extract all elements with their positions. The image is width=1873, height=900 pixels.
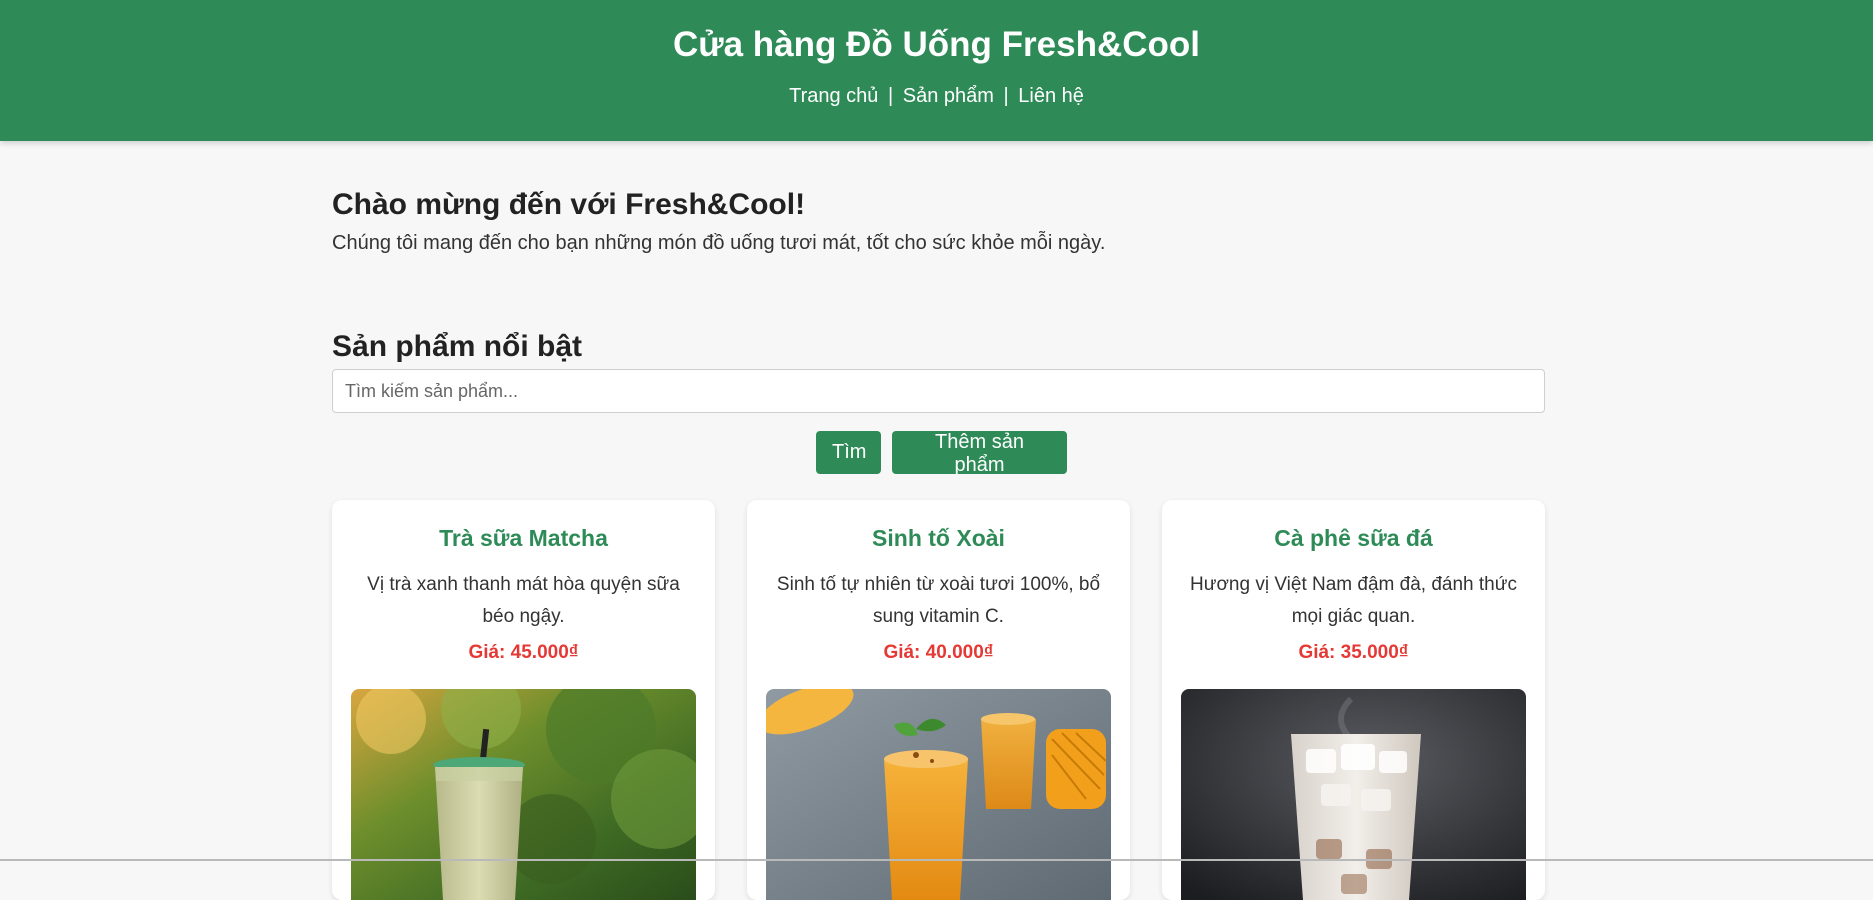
nav-separator: | [887, 85, 894, 107]
mango-smoothie-image[interactable] [766, 689, 1111, 900]
product-price: Giá: 35.000₫ [1298, 642, 1409, 663]
product-name: Sinh tố Xoài [872, 525, 1005, 551]
site-header: Cửa hàng Đồ Uống Fresh&Cool Trang chủ | … [0, 0, 1873, 141]
nav-link-products[interactable]: Sản phẩm [903, 85, 994, 107]
product-description: Hương vị Việt Nam đậm đà, đánh thức mọi … [1190, 574, 1517, 627]
search-button[interactable]: Tìm [816, 431, 881, 474]
featured-products-title: Sản phẩm nổi bật [332, 330, 583, 363]
welcome-text: Chúng tôi mang đến cho bạn những món đồ … [332, 232, 1106, 254]
product-card[interactable]: Cà phê sữa đá Hương vị Việt Nam đậm đà, … [1162, 500, 1545, 900]
main-nav: Trang chủ | Sản phẩm | Liên hệ [0, 84, 1873, 108]
iced-milk-coffee-image[interactable] [1181, 689, 1526, 900]
add-product-button[interactable]: Thêm sản phẩm [892, 431, 1067, 476]
product-grid: Trà sữa Matcha Vị trà xanh thanh mát hòa… [332, 500, 1545, 900]
product-card[interactable]: Sinh tố Xoài Sinh tố tự nhiên từ xoài tư… [747, 500, 1130, 900]
product-price: Giá: 45.000₫ [468, 642, 579, 663]
product-search-input[interactable] [332, 369, 1545, 413]
nav-link-home[interactable]: Trang chủ [789, 85, 878, 107]
product-price: Giá: 40.000₫ [883, 642, 994, 663]
nav-separator: | [1003, 85, 1009, 107]
matcha-milk-tea-image[interactable] [351, 689, 696, 900]
product-description: Sinh tố tự nhiên từ xoài tươi 100%, bổ s… [776, 574, 1101, 627]
product-description: Vị trà xanh thanh mát hòa quyện sữa béo … [367, 574, 680, 627]
nav-link-contact[interactable]: Liên hệ [1018, 85, 1084, 107]
iced-milk-coffee-photo [1181, 689, 1526, 900]
welcome-title: Chào mừng đến với Fresh&Cool! [332, 188, 806, 221]
mango-smoothie-photo [766, 689, 1111, 900]
site-title: Cửa hàng Đồ Uống Fresh&Cool [673, 25, 1200, 64]
product-name: Trà sữa Matcha [439, 525, 608, 551]
matcha-milk-tea-photo [351, 689, 696, 900]
product-card[interactable]: Trà sữa Matcha Vị trà xanh thanh mát hòa… [332, 500, 715, 900]
product-name: Cà phê sữa đá [1274, 525, 1433, 551]
